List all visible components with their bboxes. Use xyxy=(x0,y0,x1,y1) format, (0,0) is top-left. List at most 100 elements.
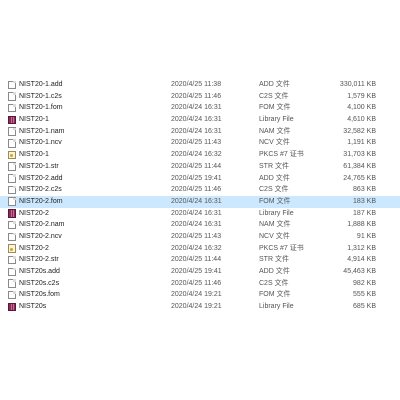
library-icon xyxy=(8,209,16,218)
file-name: NIST20-2 xyxy=(19,209,49,217)
file-row[interactable]: NIST20-2.c2s 2020/4/25 11:46 C2S 文件 863 KB xyxy=(0,184,400,196)
file-row[interactable]: NIST20s.fom 2020/4/24 19:21 FOM 文件 555 KB xyxy=(0,289,400,301)
file-icon-cell xyxy=(7,278,17,290)
file-row[interactable]: NIST20-1.add 2020/4/25 11:38 ADD 文件 330,011… xyxy=(0,79,400,91)
file-date-modified: 2020/4/24 16:31 xyxy=(171,221,222,229)
file-date-modified: 2020/4/24 16:31 xyxy=(171,209,222,217)
file-type: NCV 文件 xyxy=(259,139,290,147)
certificate-icon xyxy=(8,150,16,160)
document-icon xyxy=(8,255,16,265)
document-icon xyxy=(8,279,16,288)
file-row[interactable]: NIST20-2.str 2020/4/25 11:44 STR 文件 4,914 K… xyxy=(0,254,400,266)
file-size: 4,100 KB xyxy=(347,104,376,112)
file-size: 555 KB xyxy=(353,291,376,299)
file-type: NCV 文件 xyxy=(259,232,290,240)
file-icon-cell xyxy=(7,208,17,220)
file-icon-cell xyxy=(7,266,17,278)
file-size: 1,888 KB xyxy=(347,221,376,229)
file-icon-cell xyxy=(7,102,17,114)
file-type: Library File xyxy=(259,209,294,217)
file-name: NIST20-2.nam xyxy=(19,221,65,229)
document-icon xyxy=(8,92,16,101)
file-row[interactable]: NIST20s.c2s 2020/4/25 11:46 C2S 文件 982 KB xyxy=(0,278,400,290)
file-row[interactable]: NIST20-2.add 2020/4/25 19:41 ADD 文件 24,765 … xyxy=(0,173,400,185)
file-icon-cell xyxy=(7,149,17,161)
file-type: FOM 文件 xyxy=(259,197,291,205)
document-icon xyxy=(8,139,16,148)
file-size: 32,582 KB xyxy=(343,127,376,135)
file-name: NIST20-1.add xyxy=(19,81,63,88)
file-row[interactable]: NIST20-1 2020/4/24 16:31 Library File 4,610… xyxy=(0,114,400,126)
file-icon-cell xyxy=(7,231,17,243)
document-icon xyxy=(8,232,16,242)
file-row[interactable]: NIST20-2.nam 2020/4/24 16:31 NAM 文件 1,888 K… xyxy=(0,219,400,231)
file-size: 982 KB xyxy=(353,279,376,287)
file-size: 183 KB xyxy=(353,197,376,205)
file-date-modified: 2020/4/25 11:46 xyxy=(171,279,222,287)
document-icon xyxy=(8,174,16,183)
document-icon xyxy=(8,267,16,277)
file-icon-cell xyxy=(7,91,17,103)
file-name: NIST20-2.ncv xyxy=(19,232,62,240)
file-icon-cell xyxy=(7,184,17,196)
file-date-modified: 2020/4/25 11:46 xyxy=(171,186,222,194)
file-row[interactable]: NIST20s.add 2020/4/25 19:41 ADD 文件 45,463 K… xyxy=(0,266,400,278)
file-date-modified: 2020/4/25 11:43 xyxy=(171,232,222,240)
file-size: 863 KB xyxy=(353,186,376,194)
file-row[interactable]: NIST20-2 2020/4/24 16:32 PKCS #7 证书 1,312 K… xyxy=(0,243,400,255)
document-icon xyxy=(8,127,16,136)
file-date-modified: 2020/4/24 16:31 xyxy=(171,197,222,205)
file-size: 187 KB xyxy=(353,209,376,217)
file-list: NIST20-1.add 2020/4/25 11:38 ADD 文件 330,011… xyxy=(0,79,400,313)
certificate-icon xyxy=(8,244,16,253)
file-type: FOM 文件 xyxy=(259,291,291,299)
file-row[interactable]: NIST20-2.ncv 2020/4/25 11:43 NCV 文件 91 KB xyxy=(0,231,400,243)
file-icon-cell xyxy=(7,161,17,173)
file-row[interactable]: NIST20-1.ncv 2020/4/25 11:43 NCV 文件 1,191 K… xyxy=(0,137,400,149)
file-row[interactable]: NIST20-1.str 2020/4/25 11:44 STR 文件 61,384 … xyxy=(0,161,400,173)
file-name: NIST20-1.str xyxy=(19,162,59,170)
file-size: 45,463 KB xyxy=(343,268,376,275)
file-type: NAM 文件 xyxy=(259,127,291,135)
file-row[interactable]: NIST20-1.fom 2020/4/24 16:31 FOM 文件 4,100 K… xyxy=(0,102,400,114)
file-date-modified: 2020/4/24 16:31 xyxy=(171,116,222,124)
file-icon-cell xyxy=(7,254,17,266)
file-row[interactable]: NIST20s 2020/4/24 19:21 Library File 685 KB xyxy=(0,301,400,313)
file-row[interactable]: NIST20-1.nam 2020/4/24 16:31 NAM 文件 32,582 … xyxy=(0,126,400,138)
file-date-modified: 2020/4/25 11:46 xyxy=(171,92,222,100)
file-date-modified: 2020/4/25 19:41 xyxy=(171,268,222,275)
file-size: 1,191 KB xyxy=(347,139,376,147)
file-name: NIST20-2 xyxy=(19,244,49,252)
file-row[interactable]: NIST20-2 2020/4/24 16:31 Library File 187 K… xyxy=(0,208,400,220)
document-icon xyxy=(8,103,16,113)
file-date-modified: 2020/4/24 19:21 xyxy=(171,303,222,311)
file-size: 4,610 KB xyxy=(347,116,376,124)
file-size: 24,765 KB xyxy=(343,174,376,182)
file-name: NIST20-1 xyxy=(19,116,49,124)
file-icon-cell xyxy=(7,219,17,231)
file-size: 61,384 KB xyxy=(343,162,376,170)
file-date-modified: 2020/4/25 19:41 xyxy=(171,174,222,182)
library-icon xyxy=(8,302,16,312)
file-row[interactable]: NIST20-2.fom 2020/4/24 16:31 FOM 文件 183 KB xyxy=(0,195,400,208)
file-name: NIST20s.add xyxy=(19,268,60,275)
file-icon-cell xyxy=(7,114,17,126)
file-name: NIST20-1.nam xyxy=(19,127,65,135)
file-row[interactable]: NIST20-1 2020/4/24 16:32 PKCS #7 证书 31,703 … xyxy=(0,149,400,161)
file-name: NIST20-2.add xyxy=(19,174,63,182)
file-name: NIST20-2.c2s xyxy=(19,186,62,194)
file-size: 31,703 KB xyxy=(343,151,376,159)
document-icon xyxy=(8,185,16,195)
document-icon xyxy=(8,80,16,90)
file-icon-cell xyxy=(7,126,17,138)
file-row[interactable]: NIST20-1.c2s 2020/4/25 11:46 C2S 文件 1,579 K… xyxy=(0,91,400,103)
file-type: STR 文件 xyxy=(259,256,289,264)
file-size: 1,312 KB xyxy=(347,244,376,252)
file-name: NIST20-1.fom xyxy=(19,104,63,112)
file-size: 685 KB xyxy=(353,303,376,311)
file-name: NIST20-1.c2s xyxy=(19,92,62,100)
file-type: ADD 文件 xyxy=(259,268,290,275)
file-date-modified: 2020/4/25 11:38 xyxy=(171,81,222,88)
file-name: NIST20s xyxy=(19,303,47,311)
file-type: NAM 文件 xyxy=(259,221,291,229)
